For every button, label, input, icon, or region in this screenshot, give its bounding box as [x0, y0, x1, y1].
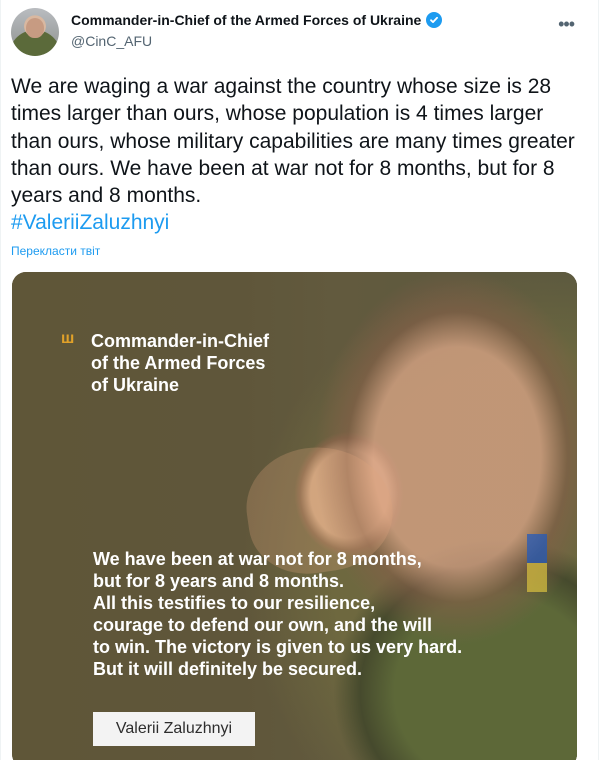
- author-avatar[interactable]: [11, 8, 59, 56]
- tweet-image[interactable]: ш Commander-in-Chief of the Armed Forces…: [12, 272, 577, 760]
- author-identity: Commander-in-Chief of the Armed Forces o…: [71, 11, 546, 49]
- hashtag-link[interactable]: #ValeriiZaluzhnyi: [11, 211, 169, 234]
- signature-card: Valerii Zaluzhnyi: [93, 712, 255, 746]
- image-logo-block: ш Commander-in-Chief of the Armed Forces…: [61, 330, 269, 396]
- author-display-name-row[interactable]: Commander-in-Chief of the Armed Forces o…: [71, 11, 546, 29]
- image-title: Commander-in-Chief of the Armed Forces o…: [91, 331, 270, 395]
- author-handle[interactable]: @CinC_AFU: [71, 33, 546, 49]
- author-display-name[interactable]: Commander-in-Chief of the Armed Forces o…: [71, 11, 421, 29]
- translate-tweet-link[interactable]: Перекласти твіт: [11, 244, 100, 258]
- tweet-header: Commander-in-Chief of the Armed Forces o…: [11, 8, 586, 58]
- tweet-text: We are waging a war against the country …: [11, 73, 586, 237]
- tweet-body: We are waging a war against the country …: [11, 75, 575, 208]
- verified-badge-icon: [426, 12, 443, 28]
- tweet[interactable]: Commander-in-Chief of the Armed Forces o…: [0, 0, 599, 760]
- image-quote: We have been at war not for 8 months, bu…: [93, 549, 463, 679]
- trident-icon: ш: [61, 330, 75, 347]
- more-horizontal-icon[interactable]: •••: [558, 15, 575, 33]
